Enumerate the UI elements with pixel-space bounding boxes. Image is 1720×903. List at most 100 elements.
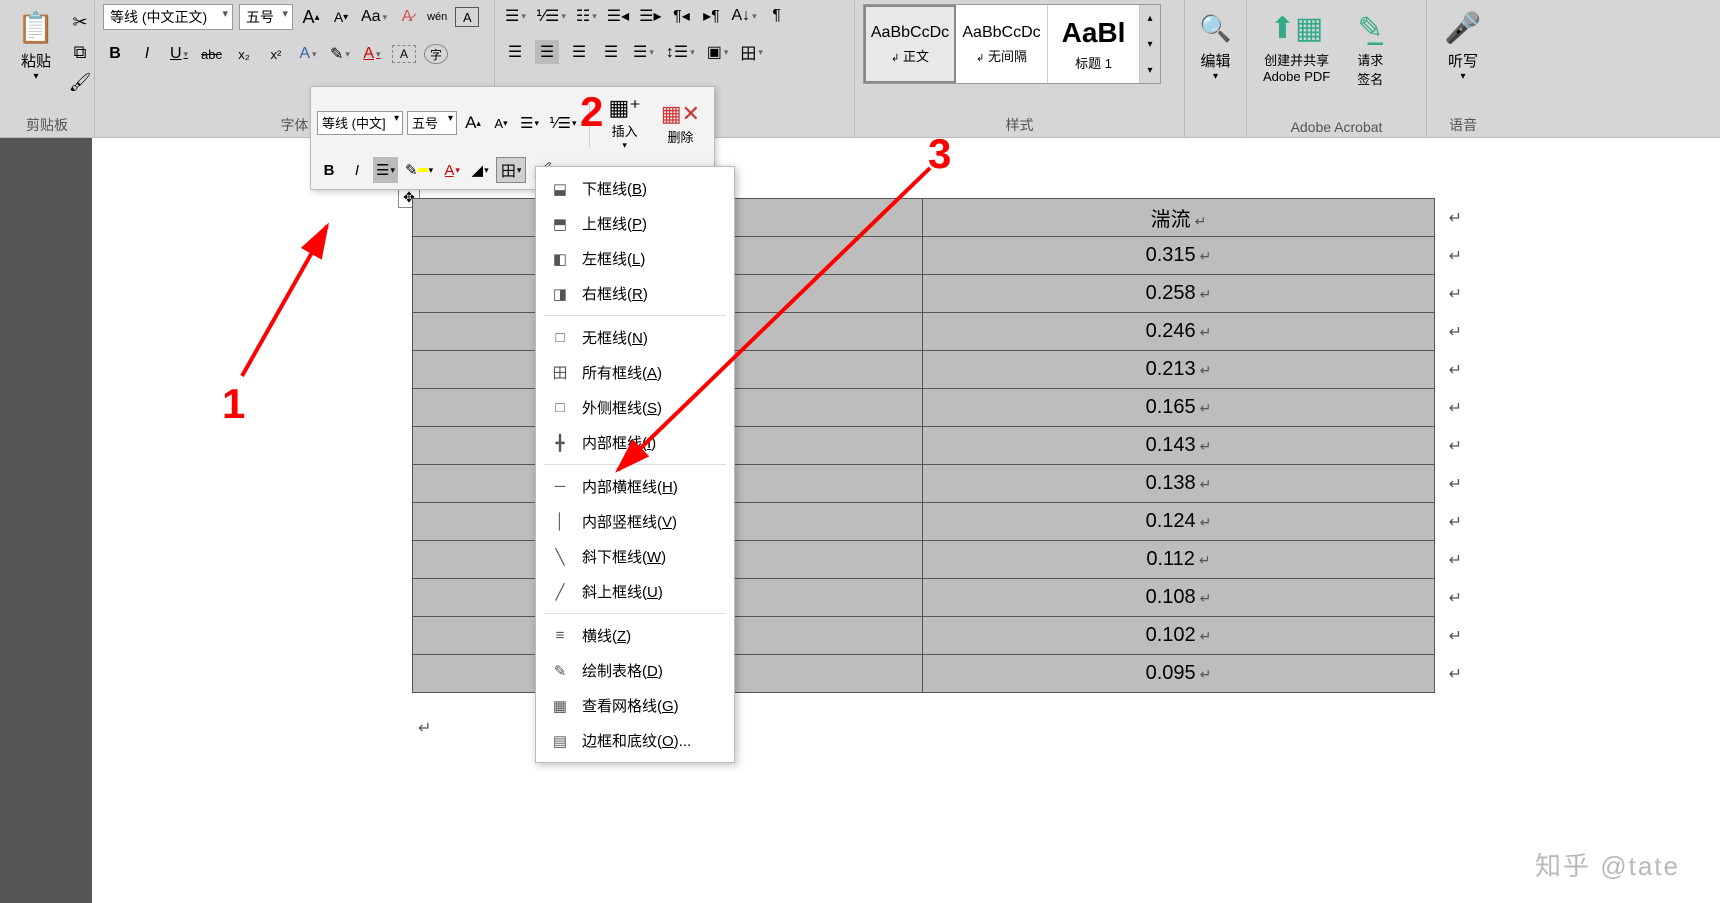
find-button[interactable]: 🔍 编辑 ▾: [1188, 4, 1244, 86]
border-type-icon: ╋: [550, 434, 570, 452]
border-type-icon: ⬓: [550, 180, 570, 198]
mic-icon: 🎤: [1443, 8, 1483, 48]
phonetic-button[interactable]: wén: [425, 5, 449, 29]
align-center-button[interactable]: ☰: [535, 40, 559, 64]
show-marks-button[interactable]: ¶: [765, 4, 789, 28]
char-border-button[interactable]: A: [455, 7, 479, 27]
subscript-button[interactable]: x₂: [232, 42, 256, 66]
create-pdf-button[interactable]: ⬆▦ 创建并共享 Adobe PDF: [1255, 4, 1338, 88]
font-color-button[interactable]: A: [360, 42, 384, 66]
mini-bold[interactable]: B: [317, 157, 341, 183]
arrow-1: [232, 216, 342, 386]
mini-shrink-font[interactable]: A▾: [489, 110, 513, 136]
style-normal[interactable]: AaBbCcDc ↲ 正文: [864, 5, 956, 83]
mini-font-color[interactable]: A̲: [440, 157, 464, 183]
border-option[interactable]: ▦查看网格线(G): [536, 688, 734, 723]
border-type-icon: ─: [550, 478, 570, 496]
justify-button[interactable]: ☰: [599, 40, 623, 64]
italic-button[interactable]: I: [135, 42, 159, 66]
mini-insert-button[interactable]: ▦⁺插入▾: [600, 93, 648, 153]
styles-gallery[interactable]: AaBbCcDc ↲ 正文 AaBbCcDc ↲ 无间隔 AaBl 标题 1 ▴…: [863, 4, 1161, 84]
clipboard-icon: 📋: [16, 8, 56, 48]
strike-button[interactable]: abc: [199, 42, 224, 66]
change-case-button[interactable]: Aa: [359, 5, 389, 29]
grow-font-button[interactable]: A▴: [299, 5, 323, 29]
char-shading-button[interactable]: A: [392, 45, 416, 63]
annotation-3: 3: [928, 130, 951, 178]
mini-font-select[interactable]: 等线 (中文]: [317, 111, 403, 135]
pdf-icon: ⬆▦: [1277, 8, 1317, 48]
bold-button[interactable]: B: [103, 42, 127, 66]
group-voice: 🎤 听写 ▾ 语音: [1427, 0, 1499, 137]
border-option[interactable]: │内部竖框线(V): [536, 504, 734, 539]
mini-borders-button[interactable]: 田: [496, 157, 526, 183]
mini-highlight[interactable]: ✎: [402, 157, 436, 183]
copy-icon[interactable]: ⧉: [68, 40, 92, 64]
align-left-button[interactable]: ☰: [503, 40, 527, 64]
enclose-char-button[interactable]: 字: [424, 44, 448, 64]
border-type-icon: ≡: [550, 627, 570, 645]
border-option[interactable]: ▤边框和底纹(O)...: [536, 723, 734, 758]
paragraph-mark: ↵: [418, 718, 431, 738]
mini-shading[interactable]: ◢: [468, 157, 492, 183]
style-heading1[interactable]: AaBl 标题 1: [1048, 5, 1140, 83]
border-type-icon: □: [550, 399, 570, 417]
border-type-icon: □: [550, 329, 570, 347]
table-delete-icon: ▦✕: [661, 101, 700, 127]
mini-grow-font[interactable]: A▴: [461, 110, 485, 136]
border-type-icon: ╱: [550, 583, 570, 601]
group-clipboard: 📋 粘贴 ▾ ✂ ⧉ 🖌 剪贴板: [0, 0, 95, 137]
border-type-icon: │: [550, 513, 570, 531]
cut-icon[interactable]: ✂: [68, 10, 92, 34]
bullets-button[interactable]: ☰: [503, 4, 528, 28]
shrink-font-button[interactable]: A▾: [329, 5, 353, 29]
rtl-button[interactable]: ▸¶: [699, 4, 723, 28]
underline-button[interactable]: U: [167, 42, 191, 66]
borders-button[interactable]: 田: [738, 40, 765, 64]
align-right-button[interactable]: ☰: [567, 40, 591, 64]
mini-size-select[interactable]: 五号: [407, 111, 457, 135]
mini-bullets[interactable]: ☰: [517, 110, 542, 136]
styles-more-button[interactable]: ▴▾▾: [1140, 5, 1160, 83]
sign-icon: ✎̲: [1350, 8, 1390, 48]
border-type-icon: ▦: [550, 697, 570, 715]
distribute-button[interactable]: ☰: [631, 40, 656, 64]
border-option[interactable]: ✎绘制表格(D): [536, 653, 734, 688]
style-nospacing[interactable]: AaBbCcDc ↲ 无间隔: [956, 5, 1048, 83]
mini-delete-button[interactable]: ▦✕删除: [653, 99, 708, 148]
group-acrobat: ⬆▦ 创建并共享 Adobe PDF ✎̲ 请求 签名 Adobe Acroba…: [1247, 0, 1427, 137]
inc-indent-button[interactable]: ☰▸: [637, 4, 663, 28]
ltr-button[interactable]: ¶◂: [669, 4, 693, 28]
font-name-select[interactable]: 等线 (中文正文): [103, 4, 233, 30]
multilevel-button[interactable]: ☷: [574, 4, 599, 28]
numbering-button[interactable]: ⅟☰: [534, 4, 568, 28]
highlight-button[interactable]: ✎: [328, 42, 352, 66]
clear-format-button[interactable]: A̷: [395, 5, 419, 29]
request-sign-button[interactable]: ✎̲ 请求 签名: [1342, 4, 1398, 92]
line-spacing-button[interactable]: ↕☰: [664, 40, 697, 64]
dictate-button[interactable]: 🎤 听写 ▾: [1435, 4, 1491, 86]
shading-button[interactable]: ▣: [705, 40, 731, 64]
annotation-1: 1: [222, 380, 245, 428]
border-type-icon: ▤: [550, 732, 570, 750]
ribbon: 📋 粘贴 ▾ ✂ ⧉ 🖌 剪贴板 等线 (中文正文) 五号 A▴ A▾ Aa A…: [0, 0, 1720, 138]
group-styles: AaBbCcDc ↲ 正文 AaBbCcDc ↲ 无间隔 AaBl 标题 1 ▴…: [855, 0, 1185, 137]
mini-align[interactable]: ☰: [373, 157, 398, 183]
border-type-icon: ◧: [550, 250, 570, 268]
dec-indent-button[interactable]: ☰◂: [605, 4, 631, 28]
border-option[interactable]: ╲斜下框线(W): [536, 539, 734, 574]
text-effect-button[interactable]: A: [296, 42, 320, 66]
paste-button[interactable]: 📋 粘贴 ▾: [8, 4, 64, 86]
font-size-select[interactable]: 五号: [239, 4, 293, 30]
table-insert-icon: ▦⁺: [608, 95, 640, 121]
border-option[interactable]: ≡横线(Z): [536, 618, 734, 653]
format-painter-icon[interactable]: 🖌: [68, 70, 92, 94]
border-option[interactable]: ╱斜上框线(U): [536, 574, 734, 609]
table-header-cell: 湍流↵↵: [923, 199, 1435, 237]
mini-numbering[interactable]: ⅟☰: [546, 110, 580, 136]
watermark: 知乎 @tate: [1535, 846, 1680, 883]
sort-button[interactable]: A↓: [729, 4, 758, 28]
nav-strip: [0, 138, 92, 903]
mini-italic[interactable]: I: [345, 157, 369, 183]
superscript-button[interactable]: x²: [264, 42, 288, 66]
